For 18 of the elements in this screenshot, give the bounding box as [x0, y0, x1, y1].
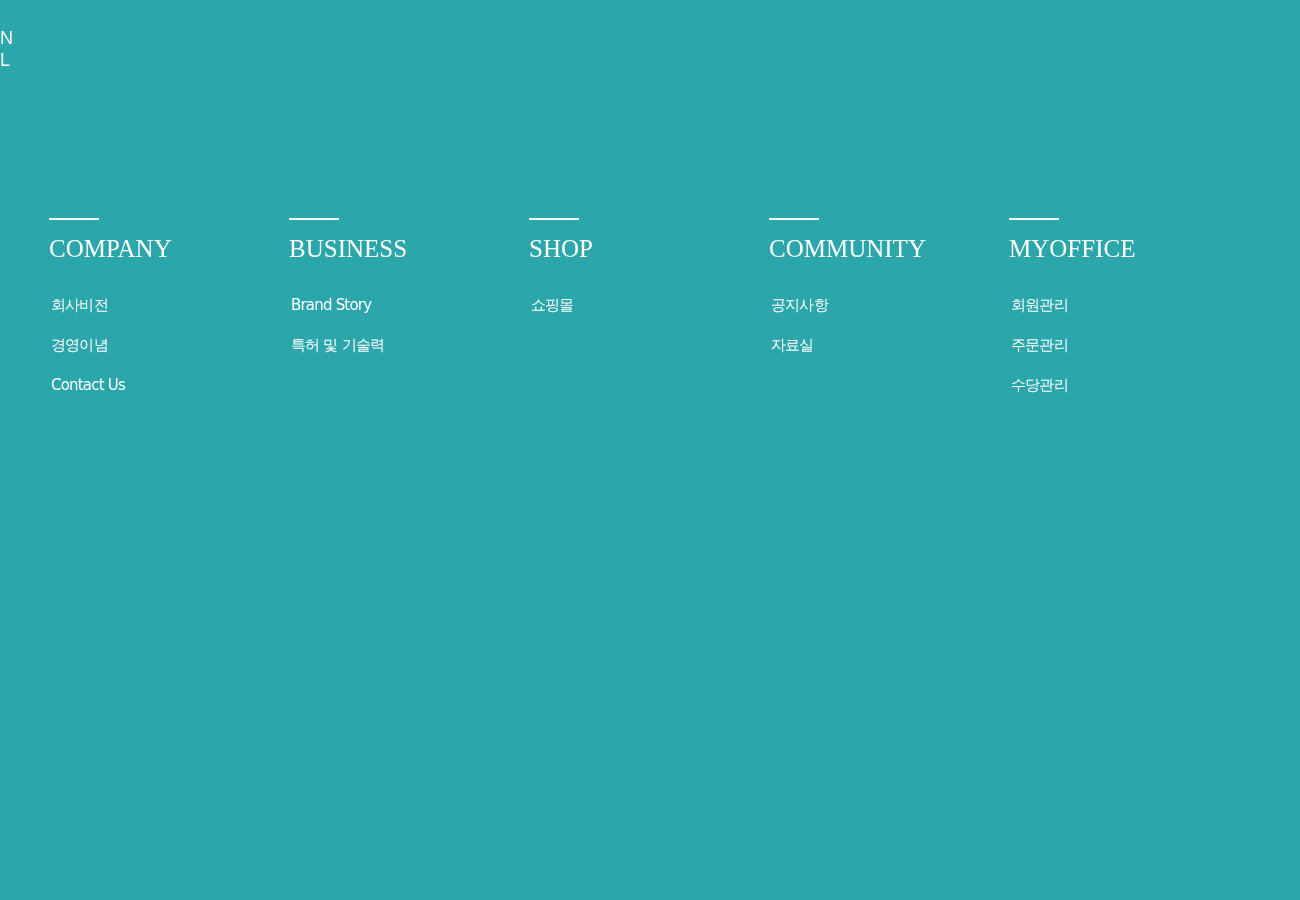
menu-link[interactable]: 회원관리: [1011, 295, 1068, 315]
logo-text: N: [0, 28, 14, 48]
menu-link[interactable]: 자료실: [771, 335, 814, 355]
menu-link[interactable]: 쇼핑몰: [531, 295, 574, 315]
menu-heading: BUSINESS: [289, 234, 408, 264]
menu-heading: COMMUNITY: [769, 234, 926, 264]
menu-link[interactable]: 회사비전: [51, 295, 108, 315]
logo-text: L: [0, 50, 11, 70]
menu-link[interactable]: 주문관리: [1011, 335, 1068, 355]
menu-link[interactable]: Contact Us: [51, 375, 125, 395]
menu-heading: SHOP: [529, 234, 593, 264]
menu-heading: COMPANY: [49, 234, 172, 264]
menu-link[interactable]: Brand Story: [291, 295, 372, 315]
menu-link[interactable]: 공지사항: [771, 295, 828, 315]
menu-link[interactable]: 특허 및 기술력: [291, 335, 385, 355]
menu-link[interactable]: 수당관리: [1011, 375, 1068, 395]
menu-heading: MYOFFICE: [1009, 234, 1136, 264]
menu-link[interactable]: 경영이념: [51, 335, 108, 355]
